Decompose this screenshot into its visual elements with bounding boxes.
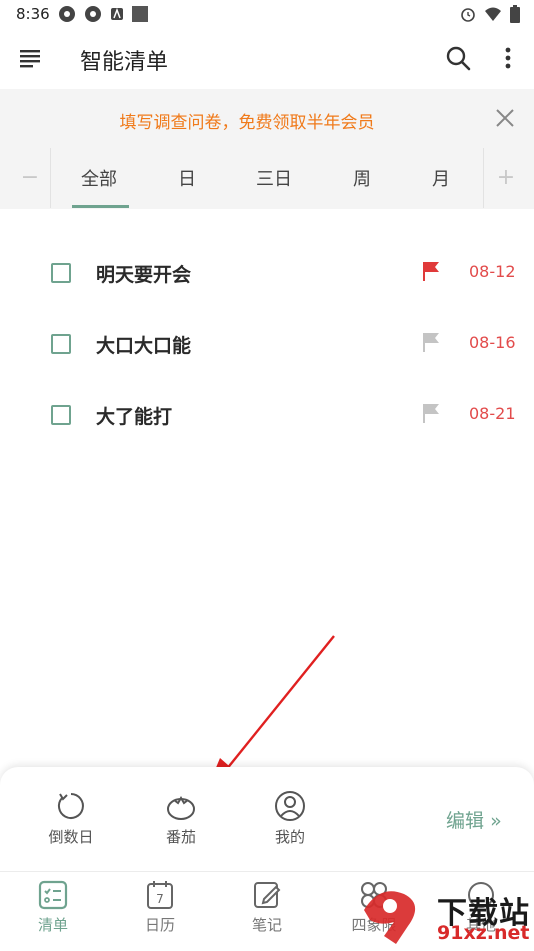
battery-icon <box>510 5 520 23</box>
alarm-icon <box>461 8 475 22</box>
nav-item-label: 日历 <box>144 916 175 934</box>
page-title: 智能清单 <box>80 50 169 75</box>
aperture-icon <box>59 6 75 22</box>
task-due-date: 08-16 <box>469 333 516 352</box>
sheet-item-label: 倒数日 <box>48 828 94 846</box>
menu-icon[interactable] <box>18 48 42 68</box>
task-title: 大了能打 <box>96 406 173 428</box>
sheet-item-countdown[interactable]: 倒数日 <box>31 790 111 847</box>
annotation-arrow <box>210 635 335 782</box>
task-checkbox[interactable] <box>51 263 71 283</box>
sheet-item-label: 番茄 <box>165 828 196 846</box>
flag-icon[interactable] <box>420 260 442 282</box>
task-due-date: 08-21 <box>469 404 516 423</box>
nav-item-label: 笔记 <box>251 916 282 934</box>
tab-month[interactable]: 月 <box>406 165 476 191</box>
task-due-date: 08-12 <box>469 262 516 281</box>
calendar-day-number: 7 <box>156 892 164 906</box>
task-title: 明天要开会 <box>96 264 192 286</box>
task-row[interactable]: 大了能打 08-21 <box>0 392 534 442</box>
sheet-item-profile[interactable]: 我的 <box>250 790 330 847</box>
nav-item-label: 清单 <box>37 916 68 934</box>
status-system-icons <box>460 5 520 23</box>
countdown-icon <box>57 793 84 819</box>
search-icon[interactable] <box>445 45 471 71</box>
task-title: 大口大口能 <box>96 335 192 357</box>
tomato-icon <box>167 796 195 820</box>
tab-divider <box>50 148 51 208</box>
edit-button[interactable]: 编辑 » <box>446 806 502 833</box>
wifi-icon <box>485 7 501 21</box>
survey-banner-text[interactable]: 填写调查问卷，免费领取半年会员 <box>0 108 494 133</box>
edit-button-label: 编辑 <box>446 810 485 832</box>
status-notification-icons <box>58 5 148 23</box>
sheet-item-tomato[interactable]: 番茄 <box>141 790 221 847</box>
app-notification-icon <box>111 7 123 20</box>
more-options-icon[interactable] <box>498 45 518 71</box>
tab-all[interactable]: 全部 <box>64 165 134 191</box>
task-row[interactable]: 明天要开会 08-12 <box>0 250 534 300</box>
profile-icon <box>275 791 305 821</box>
sheet-item-label: 我的 <box>274 828 305 846</box>
zoom-in-button[interactable]: + <box>486 160 526 196</box>
square-notification-icon <box>132 6 148 22</box>
close-icon[interactable] <box>492 105 518 131</box>
active-tab-indicator <box>72 205 129 208</box>
tab-divider <box>483 148 484 208</box>
note-icon <box>254 882 281 908</box>
flag-icon[interactable] <box>420 402 442 424</box>
tab-day[interactable]: 日 <box>152 165 222 191</box>
task-row[interactable]: 大口大口能 08-16 <box>0 321 534 371</box>
tab-week[interactable]: 周 <box>327 165 397 191</box>
flag-icon[interactable] <box>420 331 442 353</box>
aperture-icon <box>85 6 101 22</box>
tab-three-days[interactable]: 三日 <box>239 165 309 191</box>
nav-item-checklist[interactable]: 清单 <box>13 880 93 935</box>
double-chevron-right-icon: » <box>490 810 502 832</box>
calendar-icon: 7 <box>147 881 173 909</box>
watermark-domain: 91xz.net <box>437 922 530 944</box>
task-checkbox[interactable] <box>51 334 71 354</box>
nav-item-notes[interactable]: 笔记 <box>227 880 307 935</box>
status-time: 8:36 <box>16 5 50 23</box>
zoom-out-button[interactable]: − <box>10 160 50 196</box>
checklist-icon <box>38 880 68 910</box>
nav-item-calendar[interactable]: 7 日历 <box>120 880 200 935</box>
task-checkbox[interactable] <box>51 405 71 425</box>
